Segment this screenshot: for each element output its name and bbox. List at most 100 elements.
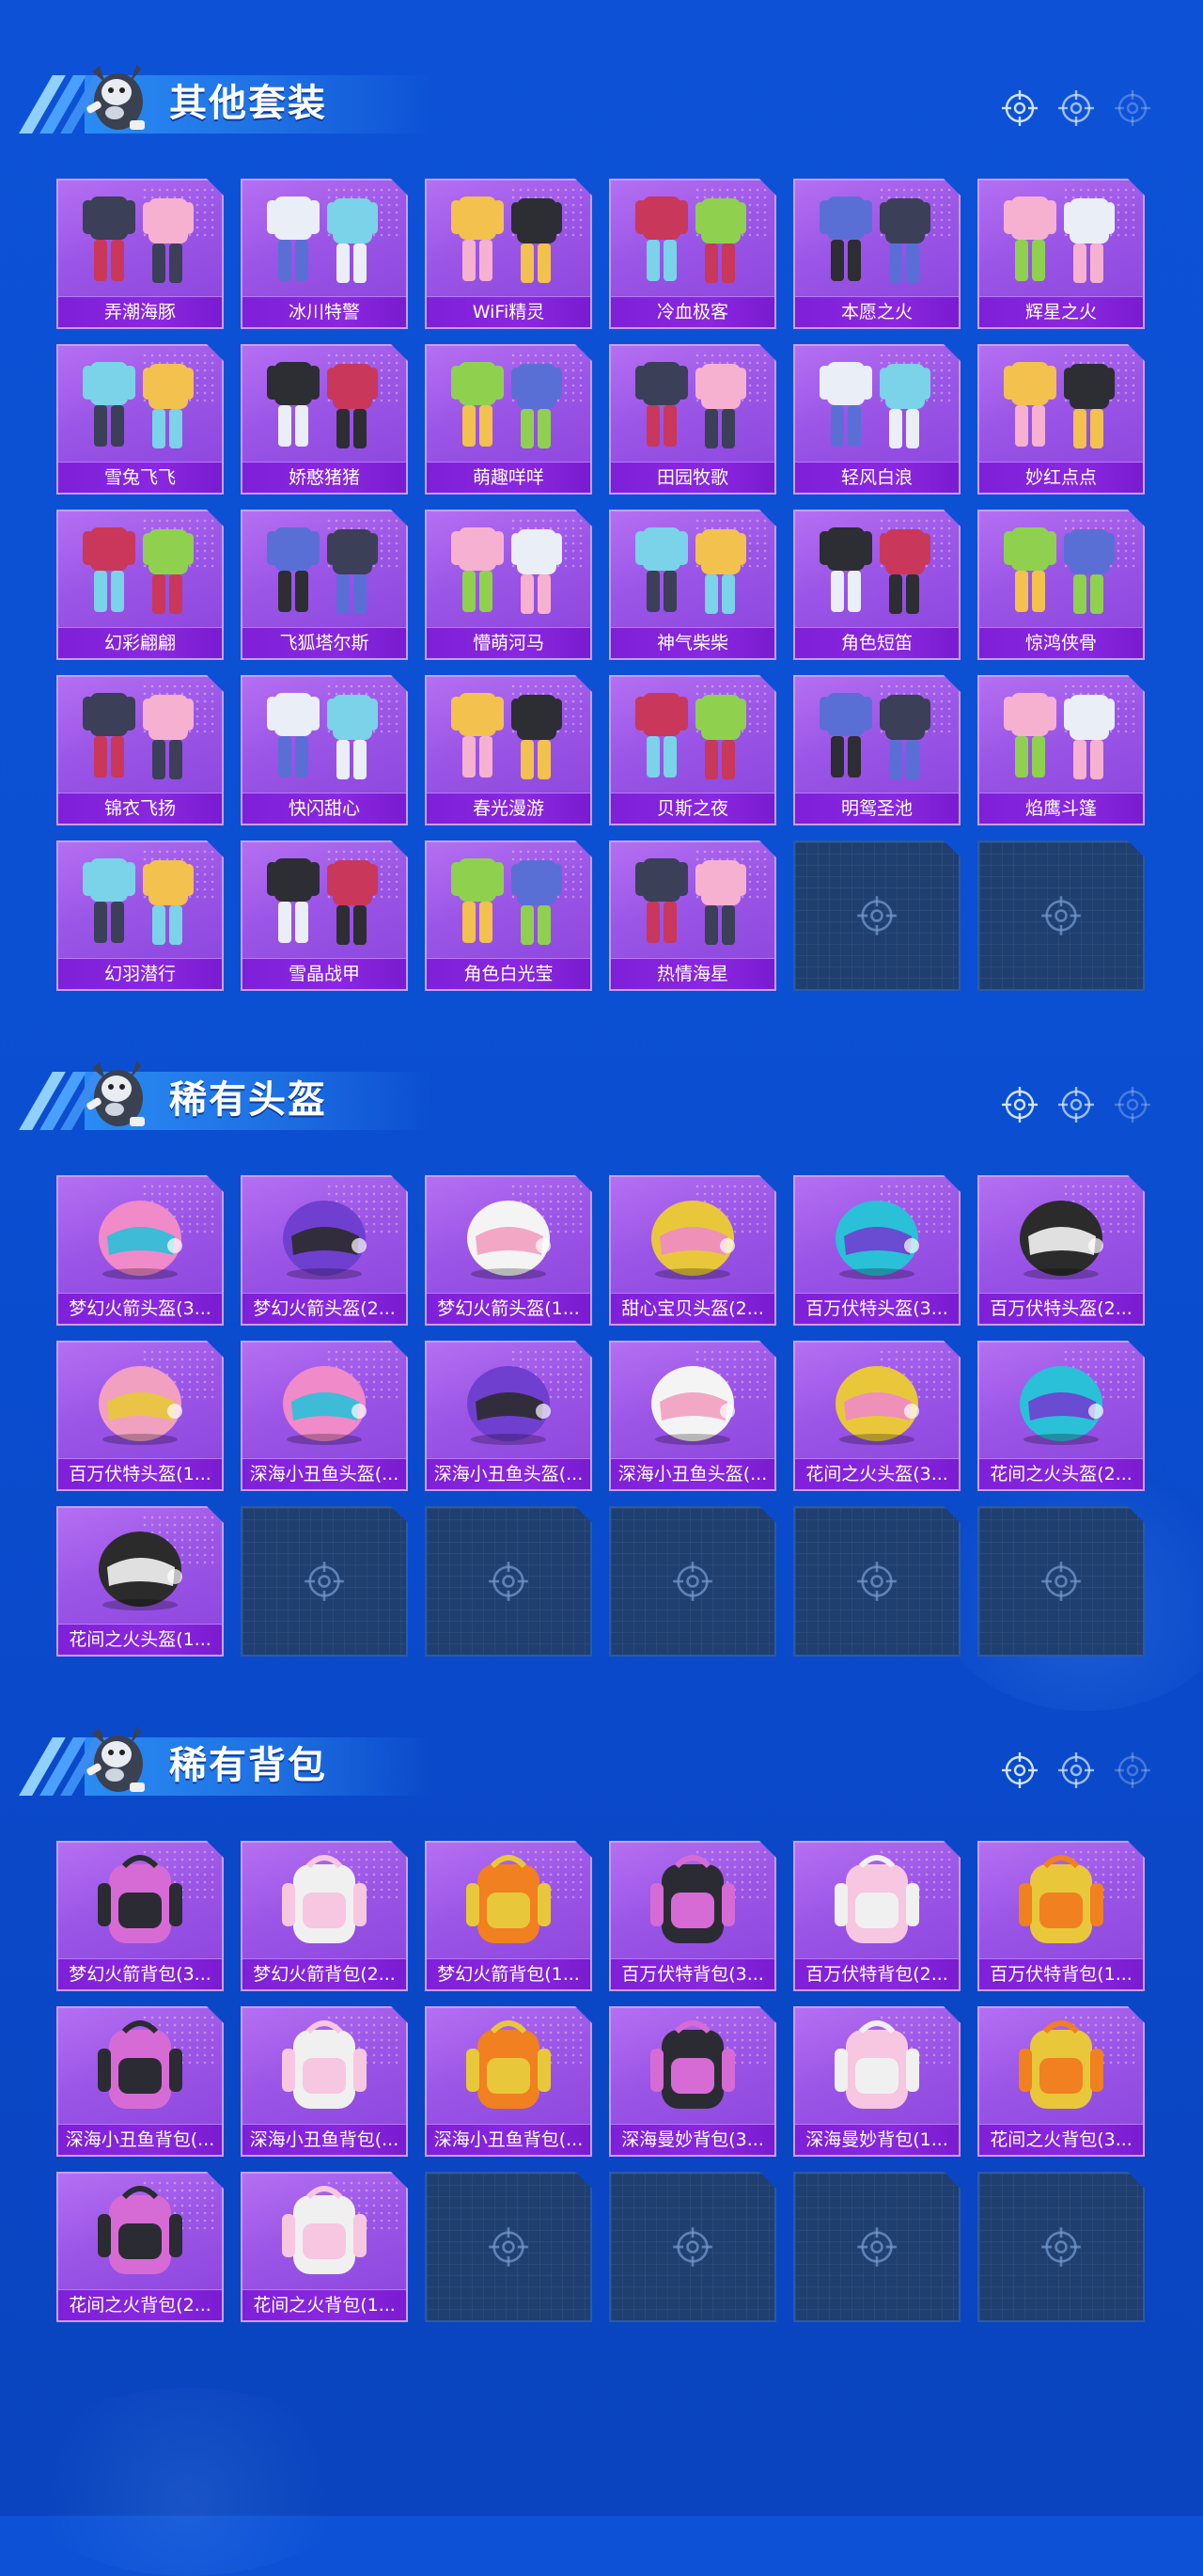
item-card[interactable]: 深海小丑鱼头盔(... [425, 1341, 592, 1491]
crosshair-icon [671, 2225, 714, 2269]
item-card[interactable]: 春光漫游 [425, 675, 592, 825]
item-card[interactable]: 焰鹰斗篷 [977, 675, 1145, 825]
item-card[interactable]: 百万伏特背包(1... [977, 1841, 1145, 1991]
item-card[interactable]: 花间之火背包(3... [977, 2006, 1145, 2157]
item-card[interactable]: 田园牧歌 [609, 344, 776, 495]
outfit-icon [611, 511, 774, 628]
item-card[interactable]: 角色短笛 [793, 510, 961, 660]
item-card[interactable]: 明鸳圣池 [793, 675, 961, 825]
item-card[interactable]: 深海小丑鱼头盔(... [609, 1341, 776, 1491]
item-label-bar: WiFi精灵 [427, 296, 590, 327]
helmet-icon [58, 1343, 222, 1459]
item-card[interactable]: 冷血极客 [609, 179, 776, 329]
item-card[interactable]: 神气柴柴 [609, 510, 776, 660]
item-card[interactable]: 百万伏特头盔(3... [793, 1175, 961, 1326]
item-card[interactable]: 百万伏特头盔(2... [977, 1175, 1145, 1326]
item-card[interactable]: 冰川特警 [241, 179, 408, 329]
item-label: 梦幻火箭头盔(1... [437, 1298, 580, 1319]
item-card[interactable]: 深海小丑鱼头盔(... [241, 1341, 408, 1491]
item-card[interactable]: 梦幻火箭头盔(3... [56, 1175, 224, 1326]
item-card[interactable]: 梦幻火箭头盔(1... [425, 1175, 592, 1326]
mascot-icon [73, 1051, 158, 1141]
item-card[interactable]: 惊鸿侠骨 [977, 510, 1145, 660]
outfit-icon [611, 842, 774, 959]
item-card[interactable]: 深海曼妙背包(1... [793, 2006, 961, 2157]
crosshair-icon [1039, 894, 1083, 937]
item-label-bar: 雪晶战甲 [242, 958, 406, 989]
item-card[interactable]: 轻风白浪 [793, 344, 961, 495]
item-card[interactable]: 幻羽潜行 [56, 840, 224, 991]
item-card[interactable]: 弄潮海豚 [56, 179, 224, 329]
item-card[interactable]: 辉星之火 [977, 179, 1145, 329]
item-card[interactable]: 花间之火背包(1... [241, 2172, 408, 2322]
item-card[interactable]: 深海小丑鱼背包(... [425, 2006, 592, 2157]
item-label: 梦幻火箭头盔(2... [253, 1298, 396, 1319]
crosshair-icon [855, 2225, 898, 2269]
item-card[interactable]: 妙红点点 [977, 344, 1145, 495]
item-card[interactable]: 花间之火头盔(2... [977, 1341, 1145, 1491]
item-card[interactable]: 梦幻火箭头盔(2... [241, 1175, 408, 1326]
section-target-icons [1000, 1085, 1152, 1124]
item-label: 雪兔飞飞 [103, 467, 176, 488]
item-card[interactable]: 飞狐塔尔斯 [241, 510, 408, 660]
item-card[interactable]: 深海小丑鱼背包(... [56, 2006, 224, 2157]
item-card[interactable]: 贝斯之夜 [609, 675, 776, 825]
item-label-bar: 娇憨猪猪 [242, 462, 406, 493]
helmet-icon [611, 1177, 774, 1294]
item-label: 花间之火头盔(3... [805, 1464, 948, 1484]
item-card[interactable]: 甜心宝贝头盔(2... [609, 1175, 776, 1326]
empty-slot [977, 2172, 1145, 2322]
crosshair-icon [487, 1560, 530, 1603]
item-card[interactable]: 百万伏特头盔(1... [56, 1341, 224, 1491]
item-card[interactable]: 幻彩翩翩 [56, 510, 224, 660]
item-label-bar: 百万伏特背包(3... [611, 1958, 774, 1989]
item-card[interactable]: 花间之火头盔(3... [793, 1341, 961, 1491]
item-card[interactable]: 梦幻火箭背包(1... [425, 1841, 592, 1991]
item-card[interactable]: 梦幻火箭背包(3... [56, 1841, 224, 1991]
section-target-icons [1000, 1751, 1152, 1790]
item-card[interactable]: 百万伏特背包(3... [609, 1841, 776, 1991]
item-card[interactable]: 花间之火背包(2... [56, 2172, 224, 2322]
item-label: 雪晶战甲 [288, 964, 360, 984]
crosshair-icon [303, 1560, 346, 1603]
outfit-icon [795, 346, 959, 463]
item-card[interactable]: 懵萌河马 [425, 510, 592, 660]
item-card[interactable]: WiFi精灵 [425, 179, 592, 329]
item-card[interactable]: 雪兔飞飞 [56, 344, 224, 495]
crosshair-icon [1056, 1085, 1096, 1124]
empty-slot [793, 1506, 961, 1657]
item-label-bar: 焰鹰斗篷 [979, 793, 1143, 824]
item-card[interactable]: 花间之火头盔(1... [56, 1506, 224, 1657]
empty-slot [241, 1506, 408, 1657]
section-header: 稀有头盔 [19, 1044, 1175, 1147]
item-label: 花间之火背包(2... [69, 2295, 211, 2316]
item-card[interactable]: 萌趣咩咩 [425, 344, 592, 495]
crosshair-icon [1113, 1751, 1152, 1790]
item-label: 花间之火背包(3... [990, 2129, 1133, 2150]
crosshair-icon [1000, 1751, 1039, 1790]
item-card[interactable]: 娇憨猪猪 [241, 344, 408, 495]
empty-slot [793, 2172, 961, 2322]
item-card[interactable]: 百万伏特背包(2... [793, 1841, 961, 1991]
item-label-bar: 梦幻火箭头盔(2... [242, 1293, 406, 1324]
item-card[interactable]: 深海小丑鱼背包(... [241, 2006, 408, 2157]
item-label-bar: 百万伏特头盔(1... [58, 1458, 222, 1489]
item-label-bar: 花间之火背包(1... [242, 2289, 406, 2320]
item-label: 梦幻火箭背包(3... [69, 1964, 211, 1985]
item-card[interactable]: 锦衣飞扬 [56, 675, 224, 825]
item-label-bar: 百万伏特背包(1... [979, 1958, 1143, 1989]
item-card[interactable]: 深海曼妙背包(3... [609, 2006, 776, 2157]
item-card[interactable]: 快闪甜心 [241, 675, 408, 825]
item-label: 懵萌河马 [472, 633, 544, 653]
item-card[interactable]: 雪晶战甲 [241, 840, 408, 991]
empty-slot [977, 1506, 1145, 1657]
section-rare-helmets: 稀有头盔 梦幻火箭头盔(3... 梦幻火箭头盔(2... 梦幻火箭头盔(1...… [0, 1044, 1203, 1702]
item-label-bar: 百万伏特头盔(3... [795, 1293, 959, 1324]
item-card[interactable]: 热情海星 [609, 840, 776, 991]
item-card[interactable]: 本愿之火 [793, 179, 961, 329]
item-card[interactable]: 角色白光莹 [425, 840, 592, 991]
empty-slot [609, 2172, 776, 2322]
helmet-icon [427, 1177, 590, 1294]
item-card[interactable]: 梦幻火箭背包(2... [241, 1841, 408, 1991]
backpack-icon [242, 2008, 406, 2125]
